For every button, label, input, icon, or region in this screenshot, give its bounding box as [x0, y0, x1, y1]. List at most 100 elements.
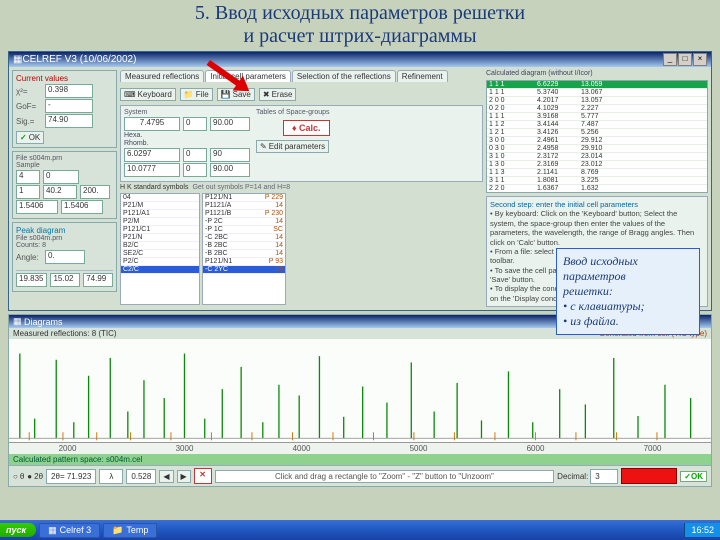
slide-annotation: Ввод исходных параметров решетки: • с кл… [556, 248, 700, 335]
beta-input[interactable]: 90 [210, 148, 250, 162]
slide-title: 5. Ввод исходных параметров решетки [0, 2, 720, 25]
minimize-button[interactable]: _ [663, 53, 677, 66]
chi2-label: χ²= [16, 87, 42, 96]
foot-c: 74.99 [83, 273, 113, 287]
param-d[interactable]: 40.2 [43, 185, 77, 199]
annot-l1: Ввод исходных [563, 254, 693, 269]
tab-refinement[interactable]: Refinement [397, 70, 448, 82]
status-bar: Calculated pattern space: s004m.cel [9, 454, 711, 465]
file2-name: s004m.prn [29, 235, 62, 242]
title-bar[interactable]: ▦ CELREF V3 (10/06/2002) _ □ × [9, 52, 711, 67]
hkl-subheader: Get out symbols P=14 and H=8 [192, 184, 290, 191]
spacegroup-list-left[interactable]: 04P21/MP121/A1P2/MP121/C1P21/NB2/CSE2/CP… [120, 193, 200, 305]
clear-button[interactable]: ✕ [194, 468, 212, 484]
param-c[interactable]: 1 [16, 185, 40, 199]
zoom-hint: Click and drag a rectangle to "Zoom" - "… [215, 470, 555, 483]
param-a[interactable]: 4 [16, 170, 40, 184]
help-l2: • By keyboard: Click on the 'Keyboard' b… [490, 209, 704, 247]
lambda2[interactable]: 1.5406 [61, 200, 103, 214]
spacegroup-list-right[interactable]: P121/N1P 229P1121/A14P1121/BP 230-P 2C14… [202, 193, 286, 305]
keyboard-icon: ⌨ [124, 90, 136, 99]
reflections-table[interactable]: 1 1 16.622913.059 1 1 15.374013.0672 0 0… [486, 80, 708, 193]
gof-value: - [45, 99, 93, 113]
sig-label: Sig.= [16, 117, 42, 126]
lambda-unit: λ [99, 469, 123, 484]
h-input[interactable]: 0 [183, 163, 207, 177]
calc-diagram-header: Calculated diagram (without I/Icor) [486, 70, 708, 77]
taskbar[interactable]: пуск ▦Celref 3 📁Temp 16:52 [0, 520, 720, 540]
taskbar-app-celref[interactable]: ▦Celref 3 [39, 523, 100, 538]
ok-button[interactable]: ✓OK [16, 131, 44, 144]
panel-header: Current values [16, 74, 113, 83]
col-d: 13.059 [579, 81, 623, 88]
col-hkl: 1 1 1 [487, 81, 535, 88]
angle-label: Angle: [16, 253, 42, 262]
decimal-input[interactable]: 3 [590, 469, 618, 484]
2theta-label: 2θ [34, 472, 43, 481]
c-input[interactable]: 6.0297 [124, 148, 180, 162]
calc-label: Calc. [299, 123, 321, 133]
help-title: Second step: enter the initial cell para… [490, 200, 704, 209]
diffraction-chart[interactable] [9, 339, 711, 442]
gof-label: GoF= [16, 102, 42, 111]
diagram-window: ▦ Diagrams Measured reflections: 8 (TIC)… [8, 314, 712, 487]
erase-button[interactable]: ✖Erase [259, 88, 297, 101]
red-indicator [621, 468, 677, 484]
ok2-label: OK [691, 472, 703, 481]
system-tray[interactable]: 16:52 [684, 523, 720, 537]
file-btn-label: File [196, 90, 209, 99]
foot-a: 19.835 [16, 273, 47, 287]
param-b[interactable]: 0 [43, 170, 79, 184]
calc-button[interactable]: ♦ Calc. [283, 120, 330, 136]
taskbar-app-temp[interactable]: 📁Temp [103, 523, 157, 538]
tab-measured[interactable]: Measured reflections [120, 70, 204, 82]
tb2-label: Temp [126, 525, 148, 535]
folder-icon: 📁 [184, 90, 194, 99]
ok-label: OK [29, 133, 41, 142]
gamma-input[interactable]: 90.00 [210, 163, 250, 177]
a-input[interactable]: 7.4795 [124, 117, 180, 131]
system-panel: System 7.4795 0 90.00 Hexa. Rhomb. 6.029… [120, 105, 483, 182]
g-input[interactable]: 10.0777 [124, 163, 180, 177]
folder-icon: 📁 [112, 525, 123, 536]
start-button[interactable]: пуск [0, 523, 36, 537]
erase-label: Erase [272, 90, 293, 99]
app-icon: ▦ [48, 525, 57, 536]
counts: Counts: 8 [16, 242, 113, 249]
peak-header: Peak diagram [16, 226, 113, 235]
edit-label: Edit parameters [269, 142, 325, 151]
file-button[interactable]: 📁File [180, 88, 213, 101]
maximize-button[interactable]: □ [678, 53, 692, 66]
keyboard-button[interactable]: ⌨Keyboard [120, 88, 176, 101]
hkl-header: H K standard symbols [120, 184, 188, 191]
rhomb-label: Rhomb. [124, 140, 149, 147]
next-button[interactable]: ▶ [177, 470, 191, 483]
lambda-readout: 0.528 [126, 469, 156, 484]
save-icon: 💾 [221, 90, 231, 99]
edit-params-button[interactable]: ✎Edit parameters [256, 140, 329, 153]
file-name: s004m.prn [29, 155, 62, 162]
x-readout: 2θ= 71.923 [46, 469, 96, 484]
param-e[interactable]: 200. [80, 185, 110, 199]
clock: 16:52 [691, 525, 714, 535]
col-2theta: 6.6229 [535, 81, 579, 88]
current-values-panel: Current values χ²=0.398 GoF=- Sig.=74.90… [12, 70, 117, 148]
file-panel: File s004m.prn Sample 40 140.2200. 1.540… [12, 151, 117, 219]
lambda1[interactable]: 1.5406 [16, 200, 58, 214]
angle-input[interactable]: 0. [45, 250, 85, 264]
tables-label: Tables of Space-groups [256, 109, 330, 116]
theta-radio[interactable]: ○θ [13, 472, 24, 481]
theta-label: θ [20, 472, 24, 481]
prev-button[interactable]: ◀ [159, 470, 173, 483]
2theta-radio[interactable]: ●2θ [27, 472, 43, 481]
ok-indicator[interactable]: ✓OK [680, 471, 707, 482]
d-input[interactable]: 0 [183, 148, 207, 162]
decimal-label: Decimal: [557, 472, 588, 481]
foot-b: 15.02 [50, 273, 80, 287]
tab-selection[interactable]: Selection of the reflections [292, 70, 396, 82]
close-button[interactable]: × [693, 53, 707, 66]
alpha-input[interactable]: 90.00 [210, 117, 250, 131]
b-input[interactable]: 0 [183, 117, 207, 131]
spacegroup-tables: 04P21/MP121/A1P2/MP121/C1P21/NB2/CSE2/CP… [120, 193, 483, 305]
file2-label: File [16, 235, 27, 242]
